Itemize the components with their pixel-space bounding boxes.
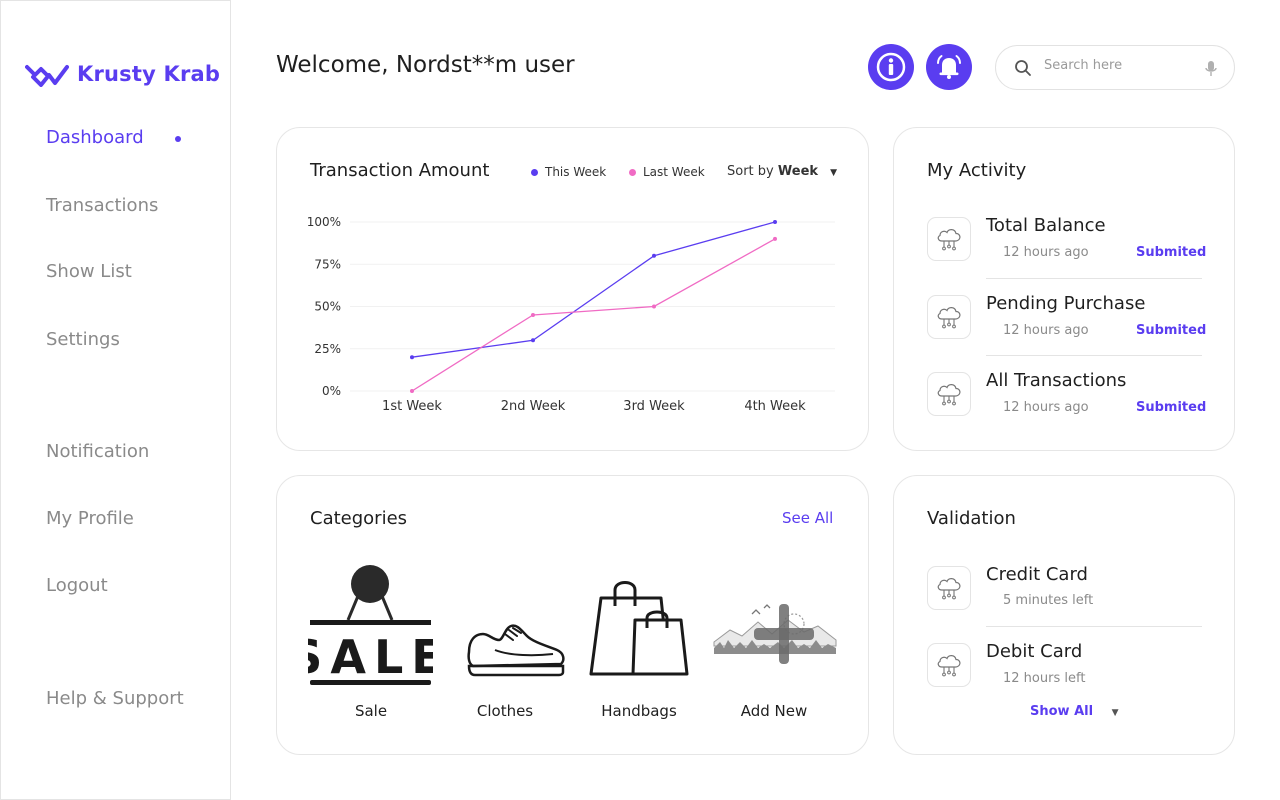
divider bbox=[986, 278, 1202, 279]
chart-y-tick-label: 75% bbox=[314, 257, 341, 271]
category-label: Handbags bbox=[601, 702, 677, 720]
cloud-network-icon bbox=[927, 566, 971, 610]
brand-name: Krusty Krab bbox=[77, 62, 221, 86]
cloud-network-icon bbox=[927, 295, 971, 339]
divider bbox=[986, 355, 1202, 356]
activity-time: 12 hours ago bbox=[1003, 245, 1089, 260]
validation-title: Validation bbox=[927, 508, 1016, 529]
info-icon bbox=[876, 52, 906, 82]
chart-x-tick-label: 3rd Week bbox=[623, 399, 685, 414]
bell-icon bbox=[937, 55, 961, 79]
chart-data-point bbox=[410, 389, 414, 393]
cloud-network-icon bbox=[927, 372, 971, 416]
add-new-icon bbox=[713, 604, 837, 664]
chart-data-point bbox=[531, 338, 535, 343]
sale-sign-icon: SALE bbox=[289, 565, 443, 685]
category-label: Add New bbox=[740, 702, 808, 720]
cloud-network-icon bbox=[927, 217, 971, 261]
sidebar-item-notification[interactable]: Notification bbox=[46, 441, 149, 462]
page-title: Welcome, Nordst**m user bbox=[276, 52, 575, 78]
categories-title: Categories bbox=[310, 508, 408, 529]
svg-text:SALE: SALE bbox=[308, 630, 433, 684]
sort-by-label: Sort by bbox=[727, 164, 774, 179]
chart-data-point bbox=[773, 220, 777, 224]
category-add-new[interactable] bbox=[712, 602, 838, 666]
chart-y-tick-label: 0% bbox=[322, 384, 341, 398]
chart-y-tick-label: 100% bbox=[307, 215, 341, 229]
caret-down-icon: ▼ bbox=[830, 168, 838, 178]
sort-by-value: Week bbox=[777, 164, 819, 179]
sidebar-item-my-profile[interactable]: My Profile bbox=[46, 508, 134, 529]
search-icon bbox=[1015, 60, 1031, 76]
microphone-icon[interactable] bbox=[1205, 60, 1217, 78]
chart-data-point bbox=[410, 355, 414, 360]
category-sale[interactable]: SALE bbox=[289, 562, 443, 692]
chart-y-tick-label: 50% bbox=[314, 300, 341, 314]
legend-label: This Week bbox=[545, 165, 607, 179]
info-button[interactable] bbox=[868, 44, 914, 90]
activity-card-title: My Activity bbox=[927, 160, 1027, 181]
chart-series-line bbox=[411, 221, 776, 358]
chart-x-tick-label: 4th Week bbox=[744, 399, 806, 414]
sneaker-icon bbox=[467, 624, 565, 677]
sidebar-item-help-support[interactable]: Help & Support bbox=[46, 688, 184, 709]
chart-data-point bbox=[652, 304, 656, 309]
activity-status[interactable]: Submited bbox=[1136, 245, 1206, 260]
brand-logo[interactable]: Krusty Krab bbox=[25, 61, 220, 87]
transaction-card-title: Transaction Amount bbox=[310, 160, 490, 181]
search-bar bbox=[995, 45, 1235, 90]
activity-status[interactable]: Submited bbox=[1136, 400, 1206, 415]
sidebar-item-show-list[interactable]: Show List bbox=[46, 261, 132, 282]
legend-last-week: Last Week bbox=[629, 165, 705, 179]
sidebar-item-settings[interactable]: Settings bbox=[46, 329, 120, 350]
validation-item-time: 12 hours left bbox=[1003, 671, 1086, 686]
chart-x-tick-label: 2nd Week bbox=[501, 399, 566, 414]
caret-down-icon: ▼ bbox=[1111, 708, 1119, 718]
chart-data-point bbox=[531, 312, 535, 317]
activity-time: 12 hours ago bbox=[1003, 400, 1089, 415]
category-label: Sale bbox=[354, 702, 388, 720]
cloud-network-icon bbox=[927, 643, 971, 687]
activity-title: All Transactions bbox=[986, 370, 1127, 391]
show-all-dropdown[interactable]: Show All ▼ bbox=[1030, 704, 1119, 719]
sidebar-item-transactions[interactable]: Transactions bbox=[46, 195, 158, 216]
sidebar-item-logout[interactable]: Logout bbox=[46, 575, 108, 596]
activity-title: Total Balance bbox=[986, 215, 1106, 236]
validation-item-title: Debit Card bbox=[986, 641, 1083, 662]
chart-y-tick-label: 25% bbox=[314, 342, 341, 356]
shopping-bags-icon bbox=[589, 581, 689, 676]
notification-button[interactable] bbox=[926, 44, 972, 90]
divider bbox=[986, 626, 1202, 627]
see-all-link[interactable]: See All bbox=[782, 509, 833, 527]
activity-title: Pending Purchase bbox=[986, 293, 1146, 314]
activity-time: 12 hours ago bbox=[1003, 323, 1089, 338]
legend-label: Last Week bbox=[643, 165, 705, 179]
transaction-line-chart: 0% 25% 50% 75% 100% 1st Week 2nd Week 3rd Week 4… bbox=[307, 215, 835, 414]
active-indicator-dot bbox=[175, 136, 181, 142]
category-clothes[interactable] bbox=[465, 620, 567, 678]
legend-dot bbox=[629, 168, 636, 176]
chart-x-tick-label: 1st Week bbox=[382, 399, 442, 414]
sidebar: Krusty Krab Dashboard Transactions Show … bbox=[0, 0, 231, 800]
sort-by-dropdown[interactable]: Sort by Week ▼ bbox=[727, 164, 837, 179]
category-handbags[interactable] bbox=[589, 576, 689, 676]
chart-data-point bbox=[773, 236, 777, 241]
krusty-krab-logo-icon bbox=[25, 65, 69, 87]
legend-dot bbox=[531, 168, 538, 176]
chart-data-point bbox=[652, 253, 656, 258]
activity-status[interactable]: Submited bbox=[1136, 323, 1206, 338]
category-label: Clothes bbox=[476, 702, 534, 720]
sidebar-item-dashboard[interactable]: Dashboard bbox=[46, 127, 144, 148]
validation-item-title: Credit Card bbox=[986, 564, 1088, 585]
validation-item-time: 5 minutes left bbox=[1003, 593, 1094, 608]
chart-series-line bbox=[411, 238, 776, 392]
legend-this-week: This Week bbox=[531, 165, 606, 179]
show-all-label: Show All bbox=[1030, 704, 1094, 719]
search-input[interactable] bbox=[1044, 58, 1194, 73]
